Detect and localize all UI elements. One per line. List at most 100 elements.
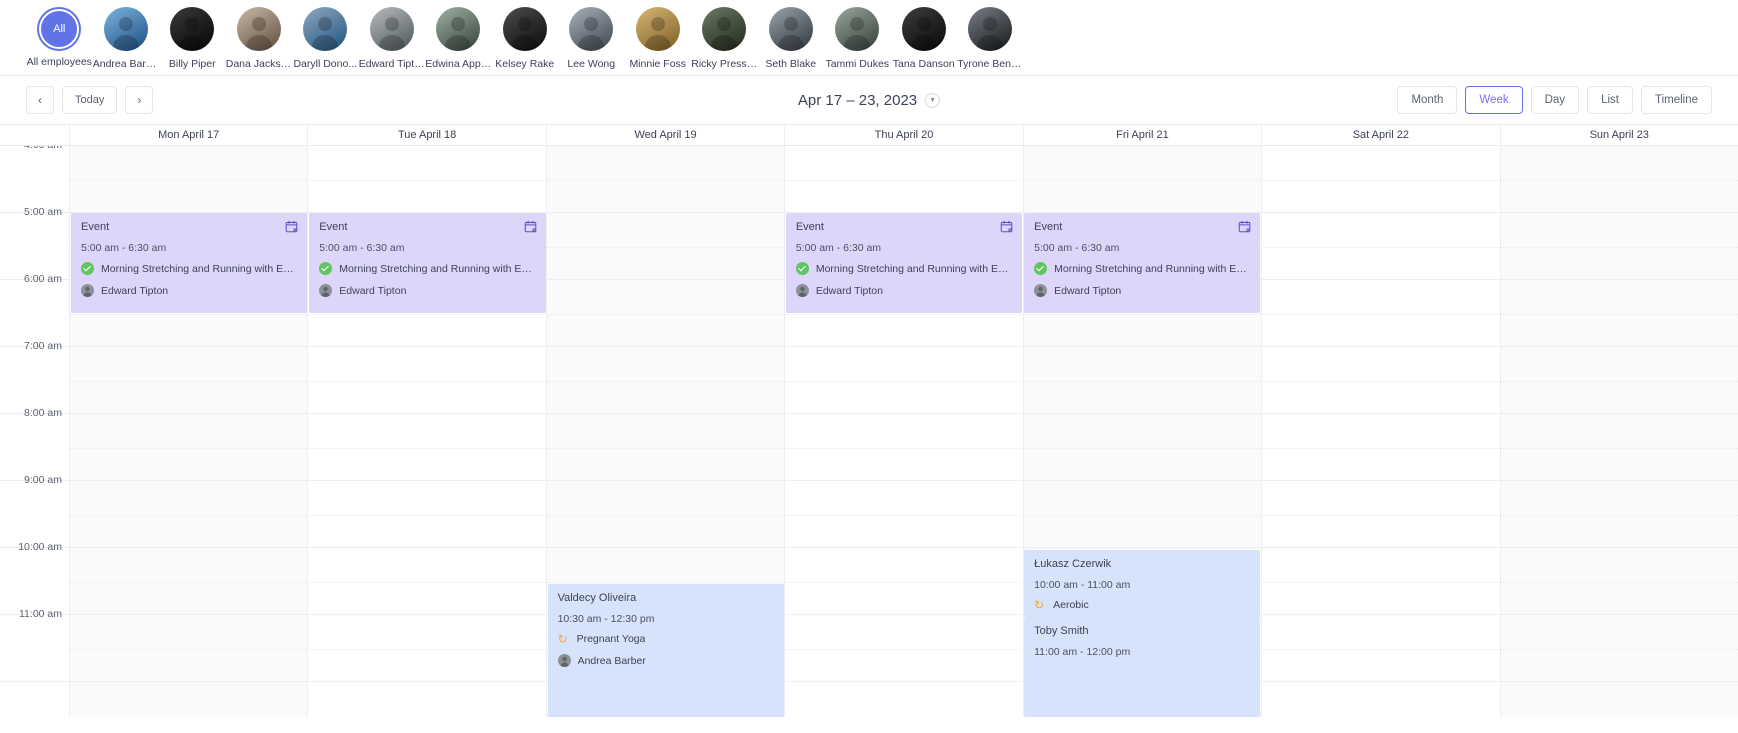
calendar-event-0[interactable]: Event 5:00 am - 6:30 am Morning Stretching… <box>71 213 308 313</box>
event-person-row: Edward Tipton <box>795 284 1012 297</box>
event-time: 5:00 am - 6:30 am <box>1034 242 1120 254</box>
day-header-3[interactable]: Thu April 20 <box>785 125 1024 145</box>
calendar-event-4[interactable]: Valdecy Oliveira 10:30 am - 12:30 pm ↻ Preg… <box>547 584 784 717</box>
status-confirmed-icon <box>319 262 333 275</box>
all-employees-avatar[interactable]: All <box>39 9 80 49</box>
avatar <box>1034 284 1048 297</box>
status-confirmed-icon <box>1034 262 1048 275</box>
recurring-icon: ↻ <box>557 632 568 646</box>
event-service: Morning Stretching and Running with Edw.… <box>339 262 536 275</box>
event-time: 10:00 am - 11:00 am <box>1034 579 1131 591</box>
view-switcher: Month Week Day List Timeline <box>1397 86 1712 114</box>
time-gutter-header <box>0 125 70 145</box>
employee-chip-8[interactable]: Lee Wong <box>558 4 625 70</box>
employee-chip-5[interactable]: Edward Tipton <box>359 4 426 70</box>
event-column-0: Event 5:00 am - 6:30 am Morning Stretching… <box>70 146 308 717</box>
avatar[interactable] <box>369 7 414 51</box>
calendar-icon[interactable] <box>1238 220 1251 233</box>
employee-chip-10[interactable]: Ricky Pressley <box>691 4 758 70</box>
employee-chip-11[interactable]: Seth Blake <box>758 4 825 70</box>
employee-chip-4[interactable]: Daryll Dono... <box>292 4 359 70</box>
employee-chip-0[interactable]: All All employees <box>26 4 93 68</box>
avatar[interactable] <box>768 7 813 51</box>
employee-chip-6[interactable]: Edwina Appl... <box>425 4 492 70</box>
avatar <box>557 654 571 667</box>
employee-chip-3[interactable]: Dana Jackson <box>226 4 293 70</box>
employee-name: Tammi Dukes <box>825 58 890 70</box>
view-button-timeline[interactable]: Timeline <box>1640 86 1712 114</box>
hour-label: 9:00 am <box>24 474 62 486</box>
view-button-day[interactable]: Day <box>1530 86 1580 114</box>
avatar[interactable] <box>170 7 215 51</box>
calendar-event-6[interactable]: Toby Smith 11:00 am - 12:00 pm <box>1024 617 1261 717</box>
employee-name: Andrea Barber <box>92 58 159 70</box>
calendar-event-2[interactable]: Event 5:00 am - 6:30 am Morning Stretching… <box>785 213 1023 313</box>
avatar[interactable] <box>502 7 547 51</box>
event-column-4: Event 5:00 am - 6:30 am Morning Stretching… <box>1023 146 1261 717</box>
chevron-down-icon[interactable]: ▼ <box>925 92 941 108</box>
event-person: Edward Tipton <box>1054 284 1122 297</box>
event-title: Event <box>1034 221 1063 233</box>
avatar[interactable] <box>835 7 880 51</box>
avatar[interactable] <box>236 7 281 51</box>
view-button-list[interactable]: List <box>1587 86 1633 114</box>
hour-label: 6:00 am <box>24 273 62 285</box>
event-time: 5:00 am - 6:30 am <box>81 242 167 254</box>
calendar-icon[interactable] <box>524 220 537 233</box>
today-button[interactable]: Today <box>62 86 118 114</box>
date-range-label: Apr 17 – 23, 2023 <box>797 91 918 109</box>
view-button-week[interactable]: Week <box>1465 86 1523 114</box>
calendar-icon[interactable] <box>1000 220 1013 233</box>
day-header-1[interactable]: Tue April 18 <box>308 125 547 145</box>
nav-group: ‹ Today › <box>26 86 154 114</box>
employee-name: Tyrone Bens... <box>957 58 1024 70</box>
event-title: Event <box>81 221 110 233</box>
date-range-selector[interactable]: Apr 17 – 23, 2023 ▼ <box>797 91 941 109</box>
calendar-icon[interactable] <box>285 220 298 233</box>
avatar[interactable] <box>968 7 1013 51</box>
next-period-button[interactable]: › <box>125 86 154 114</box>
prev-period-button[interactable]: ‹ <box>26 86 54 114</box>
event-service-row: ↻ Pregnant Yoga <box>558 633 774 645</box>
employee-chip-7[interactable]: Kelsey Rake <box>492 4 559 70</box>
event-title: Toby Smith <box>1034 625 1089 637</box>
event-column-2: Valdecy Oliveira 10:30 am - 12:30 pm ↻ Preg… <box>547 146 785 717</box>
calendar-event-1[interactable]: Event 5:00 am - 6:30 am Morning Stretching… <box>309 213 546 313</box>
avatar[interactable] <box>436 7 481 51</box>
events-layer: Event 5:00 am - 6:30 am Morning Stretching… <box>70 146 1738 717</box>
day-header-2[interactable]: Wed April 19 <box>547 125 786 145</box>
event-time: 11:00 am - 12:00 pm <box>1034 646 1131 658</box>
day-header-6[interactable]: Sun April 23 <box>1501 125 1738 145</box>
employee-chip-14[interactable]: Tyrone Bens... <box>957 4 1024 70</box>
employee-chip-12[interactable]: Tammi Dukes <box>824 4 891 70</box>
avatar[interactable] <box>901 7 946 51</box>
day-header-0[interactable]: Mon April 17 <box>70 125 309 145</box>
event-service: Pregnant Yoga <box>576 633 646 645</box>
employee-chip-9[interactable]: Minnie Foss <box>625 4 692 70</box>
avatar[interactable] <box>303 7 348 51</box>
hour-label: 8:00 am <box>24 407 62 419</box>
employee-chip-13[interactable]: Tana Danson <box>891 4 958 70</box>
calendar-day-header: Mon April 17 Tue April 18 Wed April 19 Thu … <box>0 124 1738 146</box>
event-person-row: Edward Tipton <box>1034 284 1250 297</box>
view-button-month[interactable]: Month <box>1397 86 1458 114</box>
event-time: 5:00 am - 6:30 am <box>319 242 405 254</box>
avatar[interactable] <box>569 7 614 51</box>
event-person: Edward Tipton <box>339 284 407 297</box>
avatar[interactable] <box>103 7 148 51</box>
day-header-5[interactable]: Sat April 22 <box>1262 125 1501 145</box>
event-person: Edward Tipton <box>815 284 883 297</box>
calendar-event-5[interactable]: Łukasz Czerwik 10:00 am - 11:00 am ↻ Aerobi… <box>1024 550 1261 617</box>
day-header-4[interactable]: Fri April 21 <box>1024 125 1263 145</box>
event-service-row: Morning Stretching and Running with Edw.… <box>319 262 536 275</box>
event-service-row: ↻ Aerobic <box>1034 599 1250 611</box>
event-title: Łukasz Czerwik <box>1034 558 1112 570</box>
avatar <box>319 284 333 297</box>
calendar-event-3[interactable]: Event 5:00 am - 6:30 am Morning Stretching… <box>1024 213 1261 313</box>
event-service: Morning Stretching and Running with Edw.… <box>1054 262 1251 275</box>
employee-chip-1[interactable]: Andrea Barber <box>93 4 160 70</box>
avatar[interactable] <box>635 7 680 51</box>
avatar[interactable] <box>702 7 747 51</box>
calendar-toolbar: ‹ Today › Apr 17 – 23, 2023 ▼ Month Week D… <box>0 76 1738 124</box>
employee-chip-2[interactable]: Billy Piper <box>159 4 226 70</box>
